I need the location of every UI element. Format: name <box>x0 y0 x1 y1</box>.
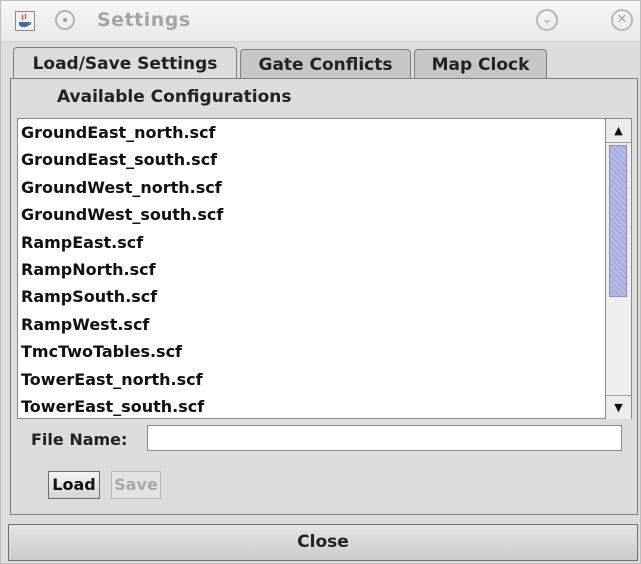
section-label: Available Configurations <box>57 87 292 107</box>
title-bar[interactable]: Settings ⌄ ✕ <box>1 1 640 42</box>
list-item[interactable]: GroundWest_south.scf <box>18 201 605 228</box>
list-item[interactable]: RampNorth.scf <box>18 256 605 283</box>
tab-map-clock[interactable]: Map Clock <box>414 49 547 79</box>
tab-load-save-settings[interactable]: Load/Save Settings <box>13 47 237 80</box>
list-item[interactable]: GroundWest_north.scf <box>18 174 605 201</box>
file-name-label: File Name: <box>31 430 128 449</box>
scroll-up-arrow-icon[interactable]: ▲ <box>606 119 631 143</box>
list-item[interactable]: GroundEast_north.scf <box>18 119 605 146</box>
list-item[interactable]: TmcTwoTables.scf <box>18 338 605 365</box>
save-button[interactable]: Save <box>111 471 161 499</box>
load-button[interactable]: Load <box>48 471 100 499</box>
list-item[interactable]: TowerEast_south.scf <box>18 393 605 418</box>
list-item[interactable]: RampWest.scf <box>18 311 605 338</box>
window-menu-icon[interactable] <box>55 10 75 30</box>
list-item[interactable]: GroundEast_south.scf <box>18 146 605 173</box>
load-save-panel: Available Configurations GroundEast_nort… <box>10 78 638 515</box>
window-close-icon[interactable]: ✕ <box>611 9 633 31</box>
java-app-icon[interactable] <box>15 11 35 31</box>
list-item[interactable]: TowerEast_north.scf <box>18 366 605 393</box>
window-title: Settings <box>97 9 191 31</box>
tab-gate-conflicts[interactable]: Gate Conflicts <box>240 49 411 79</box>
tab-bar: Load/Save Settings Gate Conflicts Map Cl… <box>1 47 640 80</box>
scroll-down-arrow-icon[interactable]: ▼ <box>606 395 631 419</box>
configurations-list[interactable]: GroundEast_north.scf GroundEast_south.sc… <box>17 118 606 419</box>
close-button[interactable]: Close <box>8 524 638 561</box>
list-item[interactable]: RampEast.scf <box>18 229 605 256</box>
list-item[interactable]: RampSouth.scf <box>18 283 605 310</box>
list-scrollbar[interactable]: ▲ ▼ <box>606 118 632 419</box>
settings-window: Settings ⌄ ✕ Load/Save Settings Gate Con… <box>0 0 641 564</box>
minimize-icon[interactable]: ⌄ <box>536 9 558 31</box>
scroll-thumb[interactable] <box>609 145 627 297</box>
file-name-input[interactable] <box>147 425 622 451</box>
